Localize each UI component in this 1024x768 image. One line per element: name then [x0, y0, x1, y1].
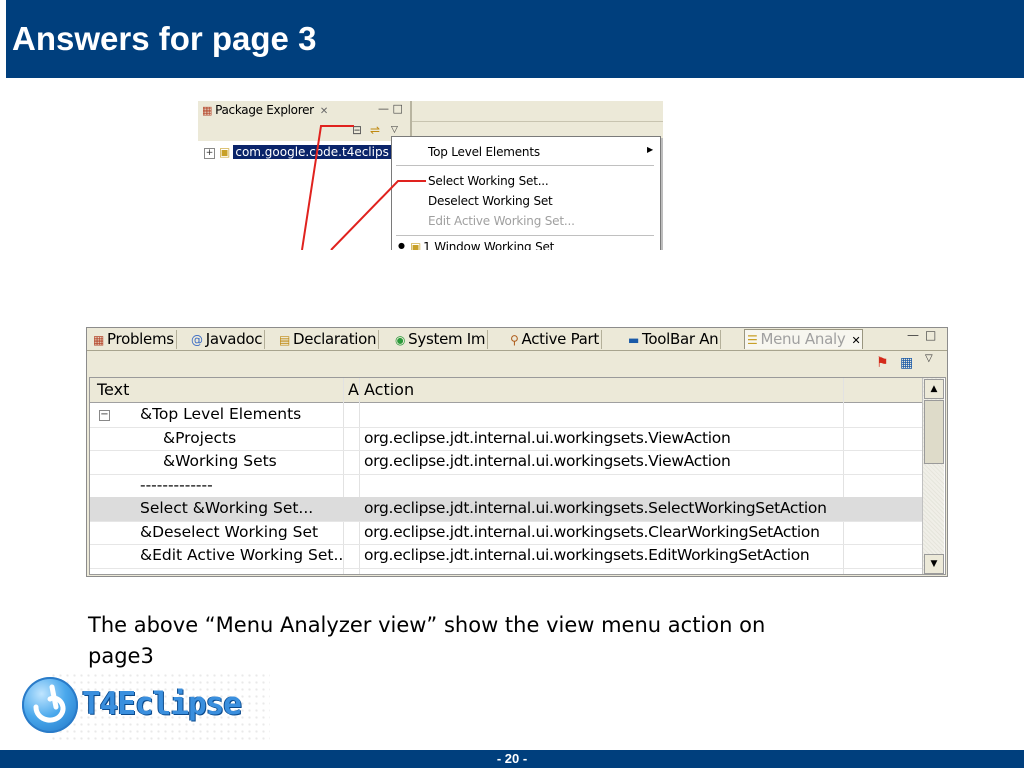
column-header-action[interactable]: Action — [364, 380, 414, 399]
table-row[interactable]: &Deselect Working Set org.eclipse.jdt.in… — [90, 521, 922, 545]
table-row[interactable]: ------------- — [90, 474, 922, 498]
problems-icon: ▦ — [93, 333, 105, 347]
table-row[interactable]: − &Top Level Elements — [90, 403, 922, 428]
table-row[interactable]: &Projects org.eclipse.jdt.internal.ui.wo… — [90, 427, 922, 451]
view-tab-bar: ▦ Problems @ Javadoc ▤ Declaration ◉ System … — [87, 328, 947, 351]
cell-action: org.eclipse.jdt.internal.ui.workingsets.… — [364, 428, 731, 447]
javadoc-icon: @ — [191, 333, 203, 347]
slide-title-bar: Answers for page 3 — [6, 0, 1024, 78]
scroll-up-arrow-icon[interactable]: ▲ — [924, 379, 944, 399]
menu-icon: ☰ — [747, 333, 758, 347]
logo-text: T4Eclipse — [82, 686, 242, 722]
scroll-down-arrow-icon[interactable]: ▼ — [924, 554, 944, 574]
cell-text: ------------- — [140, 475, 213, 494]
cell-action: org.eclipse.jdt.internal.ui.workingsets.… — [364, 452, 731, 470]
menu-analyzer-screenshot: ▦ Problems @ Javadoc ▤ Declaration ◉ System … — [86, 327, 948, 577]
maximize-icon[interactable]: □ — [925, 328, 936, 342]
annotation-line-select — [330, 180, 426, 250]
logo-swirl-icon — [33, 684, 66, 723]
slide-caption: The above “Menu Analyzer view” show the … — [88, 613, 766, 668]
package-explorer-screenshot: ▦ Package Explorer ✕ — □ ⊟ ⇌ ▽ + ▣ com.googl… — [198, 101, 663, 250]
cell-text: &Top Level Elements — [140, 405, 302, 423]
annotation-lines — [301, 125, 426, 250]
cell-text: &Working Sets — [163, 452, 277, 470]
slide-title: Answers for page 3 — [12, 20, 317, 57]
table-row[interactable]: &Working Sets org.eclipse.jdt.internal.u… — [90, 450, 922, 475]
page-number: - 20 - — [496, 751, 528, 766]
t4eclipse-logo: T4Eclipse — [20, 672, 300, 742]
cell-action: org.eclipse.jdt.internal.ui.workingsets.… — [364, 522, 820, 541]
table-row-selected[interactable]: Select &Working Set... org.eclipse.jdt.i… — [90, 497, 922, 522]
view-menu-icon[interactable]: ▽ — [925, 353, 933, 364]
system-icon: ◉ — [395, 333, 406, 347]
table-header: Text A Action — [90, 378, 922, 403]
menu-analyzer-table: Text A Action − &Top Level Elements &Pro… — [89, 377, 946, 575]
column-header-a[interactable]: A — [348, 380, 359, 399]
flag-icon[interactable]: ⚑ — [876, 355, 889, 371]
column-header-text[interactable]: Text — [97, 380, 129, 399]
tab-active-part[interactable]: ⚲ Active Part — [508, 330, 602, 349]
tab-problems[interactable]: ▦ Problems — [91, 330, 177, 349]
annotation-line-collapse — [301, 125, 354, 250]
tab-system-im[interactable]: ◉ System Im — [393, 330, 489, 349]
toolbar-icon: ▬ — [628, 333, 640, 347]
cell-text: &Deselect Working Set — [140, 522, 319, 541]
cell-text: &Projects — [163, 428, 237, 447]
tab-menu-analyzer[interactable]: ☰ Menu Analy ✕ — [744, 329, 864, 349]
cell-action: org.eclipse.jdt.internal.ui.workingsets.… — [364, 499, 827, 517]
slide-footer-bar: - 20 - — [0, 750, 1024, 768]
vertical-scrollbar[interactable]: ▲ ▼ — [922, 378, 944, 574]
tab-javadoc[interactable]: @ Javadoc — [189, 330, 266, 349]
cell-action: org.eclipse.jdt.internal.ui.workingsets.… — [364, 546, 810, 564]
table-row[interactable]: &Edit Active Working Set.. org.eclipse.j… — [90, 544, 922, 569]
tab-toolbar-analyzer[interactable]: ▬ ToolBar An — [626, 330, 722, 349]
minimize-icon[interactable]: — — [907, 328, 919, 342]
cell-text: &Edit Active Working Set.. — [140, 546, 344, 564]
cell-text: Select &Working Set... — [140, 499, 314, 517]
collapse-icon[interactable]: − — [99, 410, 110, 421]
active-part-icon: ⚲ — [510, 333, 519, 347]
tab-declaration[interactable]: ▤ Declaration — [277, 330, 380, 349]
scrollbar-thumb[interactable] — [924, 400, 944, 464]
calculator-icon[interactable]: ▦ — [900, 355, 913, 371]
view-toolbar: ⚑ ▦ ▽ — [87, 351, 947, 377]
declaration-icon: ▤ — [279, 333, 291, 347]
logo-emblem-icon — [22, 677, 78, 733]
close-icon[interactable]: ✕ — [851, 334, 860, 347]
